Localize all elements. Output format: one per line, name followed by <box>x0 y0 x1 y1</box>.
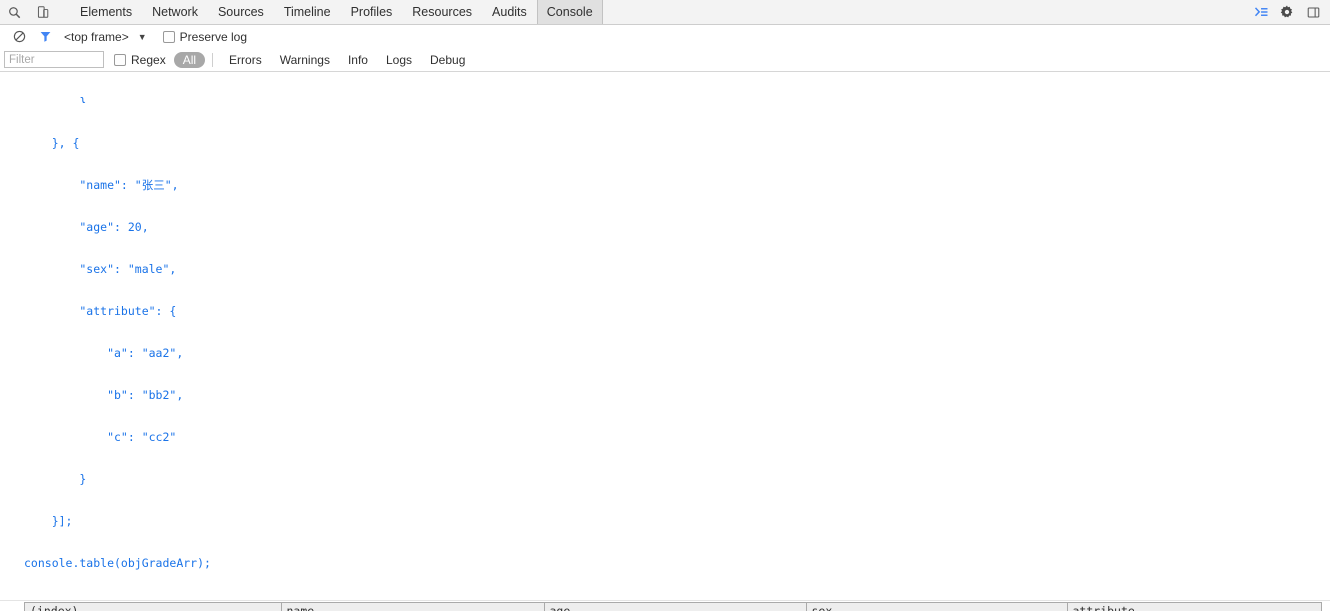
filter-funnel-icon[interactable] <box>32 27 58 47</box>
dock-side-icon[interactable] <box>1300 6 1326 19</box>
tab-profiles[interactable]: Profiles <box>341 0 403 24</box>
tab-console[interactable]: Console <box>536 0 603 24</box>
console-toolbar-filter: Regex All Errors Warnings Info Logs Debu… <box>0 48 1330 72</box>
toggle-drawer-icon[interactable] <box>1248 6 1274 18</box>
level-logs[interactable]: Logs <box>377 53 421 67</box>
tab-elements[interactable]: Elements <box>70 0 142 24</box>
code-line: "age": 20, <box>24 220 149 234</box>
toolbar-divider <box>212 52 214 67</box>
dock-glyph <box>1307 7 1319 17</box>
funnel-glyph <box>40 32 50 42</box>
level-errors[interactable]: Errors <box>220 53 271 67</box>
frame-label: <top frame> <box>64 29 129 44</box>
regex-label: Regex <box>131 52 166 67</box>
column-header-name[interactable]: name <box>281 603 545 611</box>
table-header-row: (index) name age sex attribute <box>25 603 1322 611</box>
code-line: console.table(objGradeArr); <box>24 556 211 570</box>
code-line: } <box>24 95 87 103</box>
search-glyph <box>8 6 20 18</box>
preserve-log-checkbox[interactable] <box>162 30 175 43</box>
console-code-echo: } }, { "name": "张三", "age": 20, "sex": "… <box>0 72 1330 601</box>
tab-timeline[interactable]: Timeline <box>274 0 341 24</box>
devtools-tab-bar: Elements Network Sources Timeline Profil… <box>0 0 1330 25</box>
regex-toggle[interactable]: Regex <box>114 53 166 67</box>
column-header-index[interactable]: (index) <box>25 603 282 611</box>
device-toolbar-icon[interactable] <box>28 0 56 24</box>
level-debug[interactable]: Debug <box>421 53 474 67</box>
level-all[interactable]: All <box>173 51 206 68</box>
log-level-filters: All Errors Warnings Info Logs Debug <box>173 51 475 68</box>
column-header-attribute[interactable]: attribute <box>1067 603 1322 611</box>
console-table: (index) name age sex attribute 0 "张三" 20… <box>24 602 1322 611</box>
clear-glyph <box>13 30 25 43</box>
preserve-log-toggle[interactable]: Preserve log <box>162 29 248 44</box>
regex-checkbox[interactable] <box>114 53 126 66</box>
code-line: "b": "bb2", <box>24 388 184 402</box>
gear-icon[interactable] <box>1274 5 1300 19</box>
console-toolbar-top: <top frame> ▼ Preserve log <box>0 25 1330 48</box>
tab-sources[interactable]: Sources <box>208 0 274 24</box>
code-line: "name": "张三", <box>24 178 179 192</box>
tab-audits[interactable]: Audits <box>482 0 537 24</box>
code-line: "attribute": { <box>24 304 177 318</box>
preserve-log-label: Preserve log <box>179 29 248 44</box>
chevron-down-icon: ▼ <box>137 31 147 42</box>
filter-input[interactable] <box>4 51 104 68</box>
inspect-element-icon[interactable] <box>0 0 28 24</box>
panel-tabs: Elements Network Sources Timeline Profil… <box>70 0 603 24</box>
code-line: }, { <box>24 136 80 150</box>
gear-glyph <box>1280 5 1293 18</box>
code-line: "a": "aa2", <box>24 346 184 360</box>
clear-console-icon[interactable] <box>6 27 32 47</box>
code-line: "c": "cc2" <box>24 430 177 444</box>
execution-context-selector[interactable]: <top frame> ▼ <box>64 30 147 44</box>
code-line: "sex": "male", <box>24 262 177 276</box>
column-header-age[interactable]: age <box>544 603 807 611</box>
column-header-sex[interactable]: sex <box>806 603 1068 611</box>
level-warnings[interactable]: Warnings <box>271 53 339 67</box>
device-glyph <box>37 6 48 18</box>
tab-bar-actions <box>1248 0 1330 24</box>
code-line: }]; <box>24 514 73 528</box>
console-message-list[interactable]: } }, { "name": "张三", "age": 20, "sex": "… <box>0 72 1330 611</box>
tab-resources[interactable]: Resources <box>402 0 482 24</box>
level-info[interactable]: Info <box>339 53 377 67</box>
code-line: } <box>24 472 87 486</box>
drawer-glyph <box>1254 7 1267 17</box>
tab-network[interactable]: Network <box>142 0 208 24</box>
